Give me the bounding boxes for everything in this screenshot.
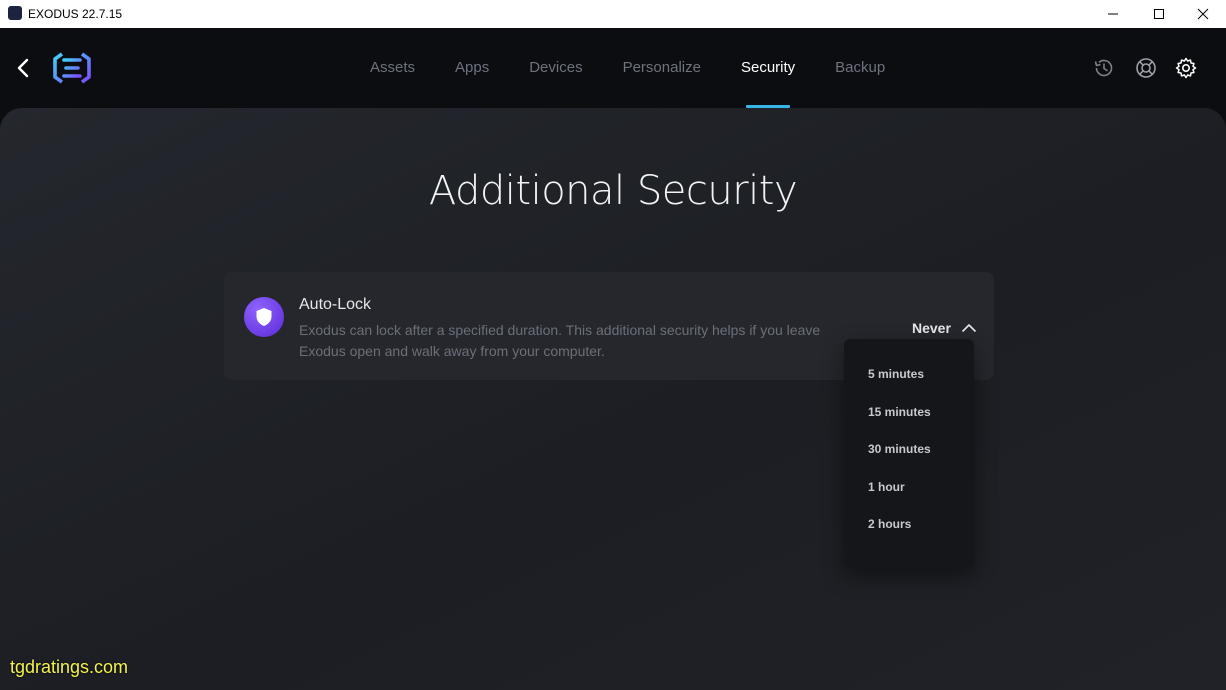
auto-lock-title: Auto-Lock bbox=[299, 296, 372, 313]
minimize-icon bbox=[1108, 13, 1118, 15]
content-panel: Additional Security Auto-Lock Exodus can… bbox=[0, 108, 1226, 690]
option-2-hours[interactable]: 2 hours bbox=[844, 507, 974, 545]
shield-badge bbox=[244, 297, 284, 337]
tab-assets[interactable]: Assets bbox=[370, 28, 415, 108]
tab-backup[interactable]: Backup bbox=[835, 28, 885, 108]
option-5-minutes[interactable]: 5 minutes bbox=[844, 357, 974, 395]
maximize-button[interactable] bbox=[1136, 0, 1182, 28]
tab-security[interactable]: Security bbox=[741, 28, 795, 108]
history-icon[interactable] bbox=[1092, 56, 1116, 80]
window-title: EXODUS 22.7.15 bbox=[28, 7, 123, 21]
page-title: Additional Security bbox=[428, 168, 798, 214]
exodus-logo bbox=[53, 52, 91, 84]
tab-personalize[interactable]: Personalize bbox=[623, 28, 701, 108]
close-icon bbox=[1197, 8, 1209, 20]
watermark: tgdratings.com bbox=[10, 657, 129, 677]
gear-icon[interactable] bbox=[1174, 56, 1198, 80]
chevron-up-icon bbox=[961, 324, 976, 333]
option-1-hour[interactable]: 1 hour bbox=[844, 470, 974, 508]
close-button[interactable] bbox=[1180, 0, 1226, 28]
support-icon[interactable] bbox=[1134, 56, 1158, 80]
shield-icon bbox=[256, 308, 272, 326]
window-titlebar: EXODUS 22.7.15 bbox=[0, 0, 1226, 28]
auto-lock-dropdown: 5 minutes 15 minutes 30 minutes 1 hour 2… bbox=[844, 339, 974, 568]
tab-apps[interactable]: Apps bbox=[455, 28, 489, 108]
option-30-minutes[interactable]: 30 minutes bbox=[844, 432, 974, 470]
tab-devices[interactable]: Devices bbox=[529, 28, 582, 108]
option-15-minutes[interactable]: 15 minutes bbox=[844, 395, 974, 433]
auto-lock-description: Exodus can lock after a specified durati… bbox=[299, 322, 821, 359]
back-icon[interactable] bbox=[14, 56, 34, 80]
maximize-icon bbox=[1154, 9, 1164, 19]
app-header: Assets Apps Devices Personalize Security… bbox=[0, 28, 1226, 108]
main-nav: Assets Apps Devices Personalize Security… bbox=[350, 28, 905, 108]
exodus-app-icon bbox=[8, 6, 22, 20]
auto-lock-select[interactable]: Never bbox=[912, 320, 977, 336]
minimize-button[interactable] bbox=[1090, 0, 1136, 28]
auto-lock-selected-value: Never bbox=[912, 320, 951, 336]
